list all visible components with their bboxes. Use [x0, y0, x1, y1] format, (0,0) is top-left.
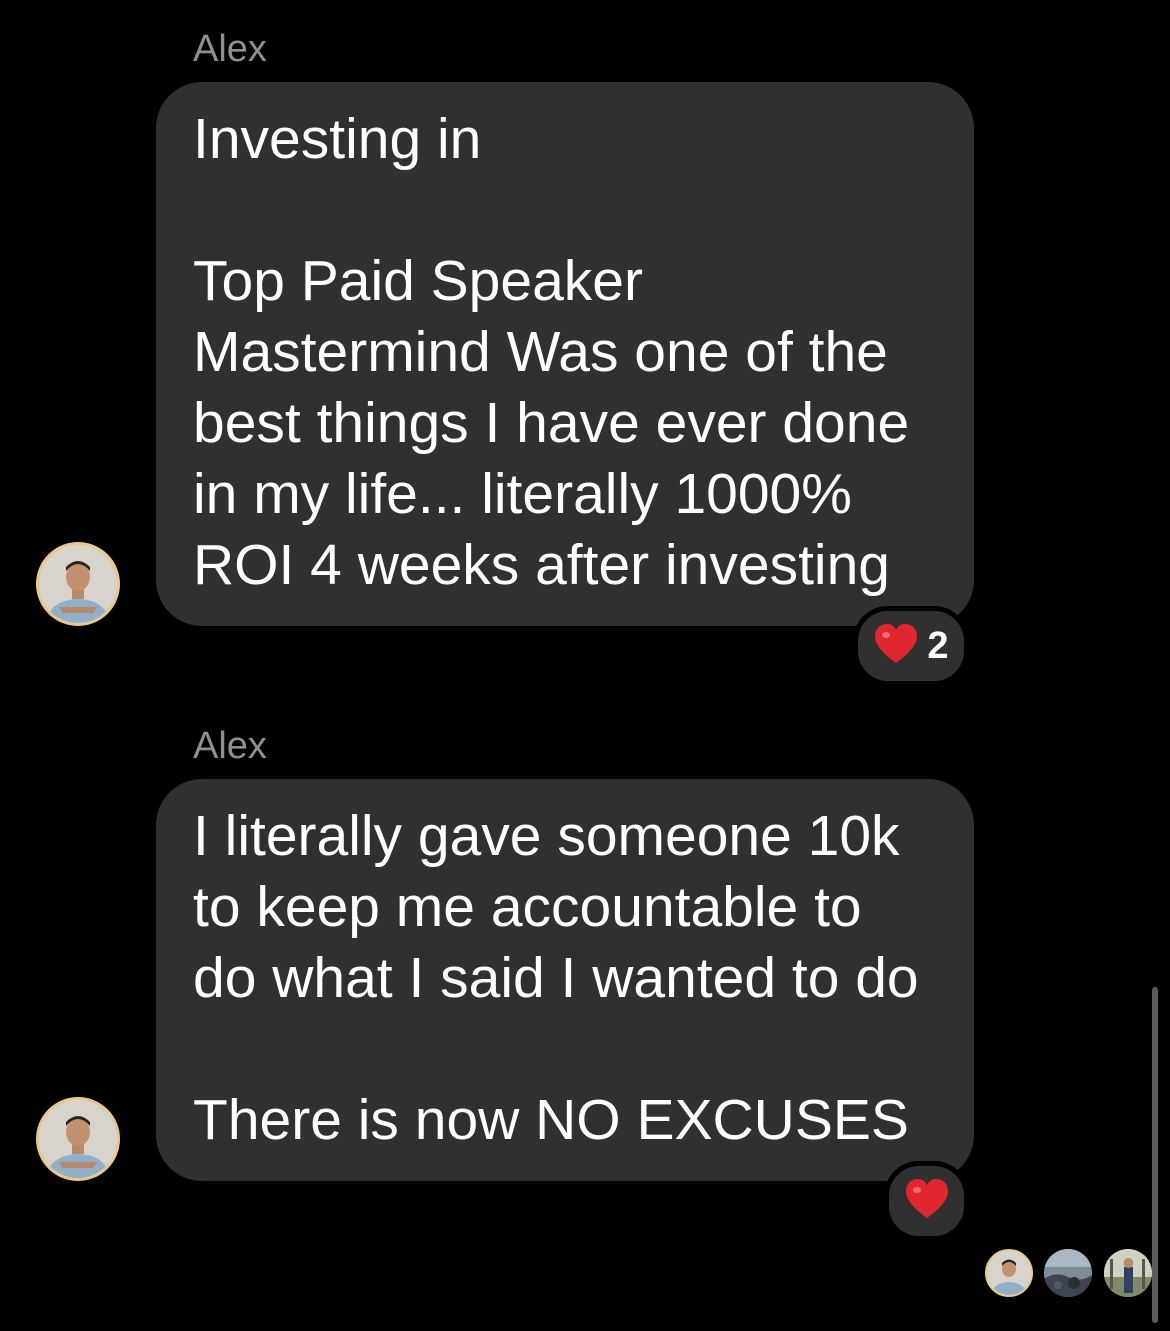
sender-name: Alex: [193, 28, 267, 70]
read-receipt-avatar[interactable]: [1044, 1249, 1092, 1297]
reaction-count: 2: [927, 624, 949, 667]
message-line: in my life... literally 1000%: [193, 462, 852, 526]
message-line: ROI 4 weeks after investing: [193, 533, 890, 597]
person-photo-icon: [39, 1100, 117, 1178]
sender-avatar[interactable]: [36, 542, 120, 626]
reaction-badge[interactable]: 2: [853, 606, 969, 686]
sender-avatar[interactable]: [36, 1097, 120, 1181]
message-line: Mastermind Was one of the: [193, 320, 888, 384]
message-line: There is now NO EXCUSES: [193, 1088, 909, 1152]
message-bubble[interactable]: Investing in Top Paid Speaker Mastermind…: [156, 82, 974, 626]
message-line: Top Paid Speaker: [193, 249, 643, 313]
landscape-photo-icon: [1044, 1249, 1092, 1297]
person-photo-icon: [39, 545, 117, 623]
message-line: [193, 175, 944, 246]
heart-icon: [873, 623, 919, 670]
scrollbar[interactable]: [1152, 987, 1158, 1323]
heart-icon: [904, 1178, 950, 1225]
reaction-badge[interactable]: [884, 1161, 969, 1241]
message-line: to keep me accountable to: [193, 875, 862, 939]
sender-name: Alex: [193, 725, 267, 767]
message-line: [193, 1014, 944, 1085]
read-receipt-avatar[interactable]: [1104, 1249, 1152, 1297]
message-line: best things I have ever done: [193, 391, 910, 455]
person-photo-icon: [1104, 1249, 1152, 1297]
message-line: do what I said I wanted to do: [193, 946, 919, 1010]
message-bubble[interactable]: I literally gave someone 10k to keep me …: [156, 779, 974, 1181]
person-photo-icon: [987, 1251, 1031, 1295]
message-line: Investing in: [193, 107, 482, 171]
read-receipt-avatar[interactable]: [985, 1249, 1033, 1297]
message-line: I literally gave someone 10k: [193, 804, 900, 868]
